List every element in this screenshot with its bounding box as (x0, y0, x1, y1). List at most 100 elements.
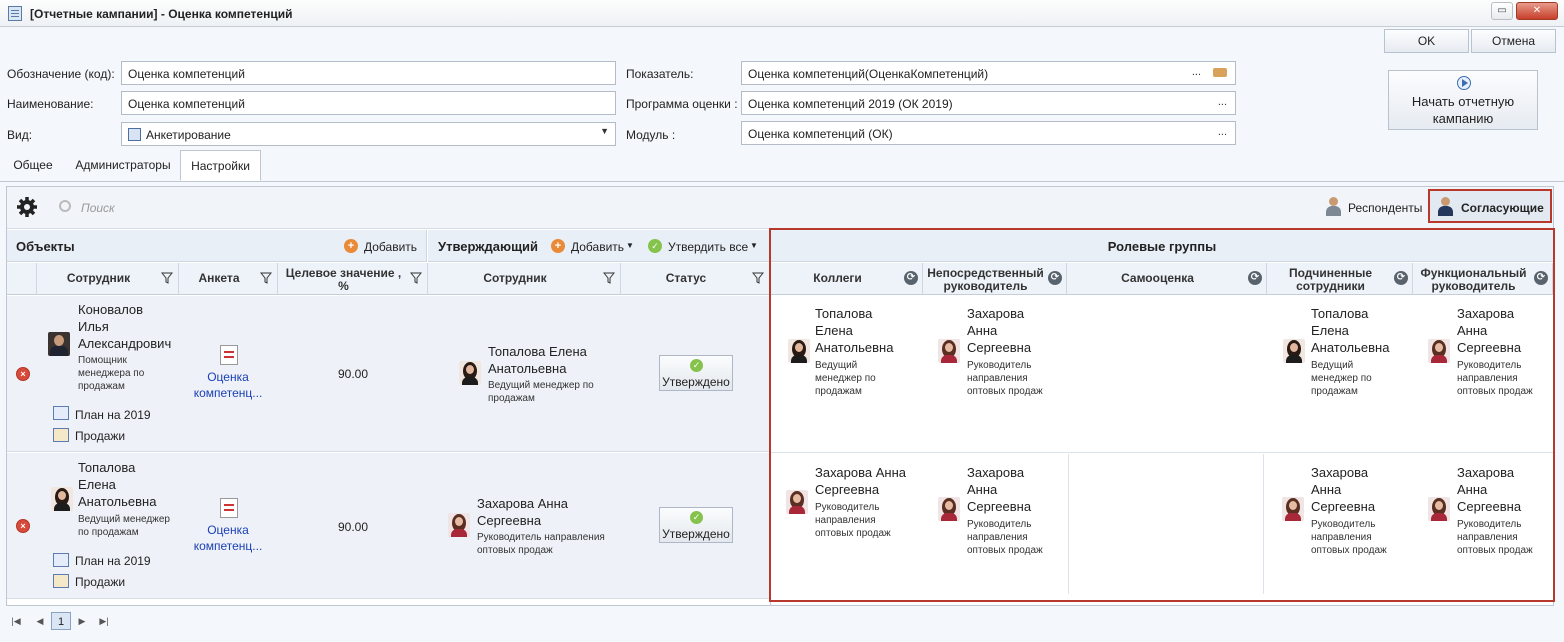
approver-title: Утверждающий (438, 239, 539, 254)
approvers-button[interactable]: Согласующие (1428, 189, 1552, 223)
name-label: Наименование: (7, 97, 94, 111)
code-field[interactable]: Оценка компетенций (121, 61, 616, 85)
approver-header: Утверждающий + Добавить ▼ ✓ Утвердить вс… (428, 230, 770, 262)
start-campaign-button[interactable]: Начать отчетную кампанию (1388, 70, 1538, 130)
close-button[interactable]: ✕ (1516, 2, 1558, 20)
objects-header: Объекты + Добавить (7, 230, 427, 262)
filter-icon[interactable] (752, 272, 764, 284)
chevron-down-icon: ▼ (600, 126, 609, 136)
chevron-down-icon[interactable]: ▼ (750, 241, 758, 250)
avatar (48, 332, 70, 356)
name-field[interactable]: Оценка компетенций (121, 91, 616, 115)
sales-link[interactable]: Продажи (75, 575, 125, 589)
app-icon (8, 6, 22, 21)
filter-icon[interactable] (161, 272, 173, 284)
approver-role: Ведущий менеджер по продажам (488, 380, 594, 404)
program-label: Программа оценки : (626, 97, 738, 111)
gear-icon[interactable] (16, 196, 38, 218)
play-icon (1457, 76, 1471, 90)
avatar (459, 361, 481, 385)
col-approver-employee[interactable]: Сотрудник (428, 263, 621, 295)
indicator-browse-button[interactable]: ... (1192, 66, 1201, 78)
approver-role: Руководитель направления оптовых продаж (477, 532, 605, 556)
start-campaign-label-1: Начать отчетную (1411, 94, 1515, 109)
ok-button[interactable]: OK (1384, 29, 1469, 53)
window-titlebar: [Отчетные кампании] - Оценка компетенций… (0, 0, 1564, 27)
remove-icon[interactable]: × (16, 519, 30, 533)
hand-pointer-icon[interactable] (1213, 68, 1227, 77)
col-employee-label: Сотрудник (66, 271, 131, 285)
survey-link[interactable]: Оценка компетенц... (185, 369, 271, 401)
target-value: 90.00 (337, 520, 369, 534)
survey-icon (220, 345, 238, 365)
approve-all-button[interactable]: Утвердить все (668, 240, 748, 254)
prev-page-icon[interactable]: ◀ (32, 612, 48, 630)
col-employee[interactable]: Сотрудник (37, 263, 179, 295)
filter-icon[interactable] (260, 272, 272, 284)
plan-icon (53, 553, 69, 567)
employee-name: Коновалов Илья Александрович (78, 302, 172, 351)
plan-link[interactable]: План на 2019 (75, 408, 151, 422)
panel-toolbar: Поиск Респонденты Согласующие (7, 187, 1553, 229)
indicator-value: Оценка компетенций(ОценкаКомпетенций) (748, 67, 989, 81)
col-target[interactable]: Целевое значение ,% (278, 263, 428, 295)
page-number[interactable]: 1 (51, 612, 71, 630)
type-select[interactable]: Анкетирование ▼ (121, 122, 616, 146)
code-label: Обозначение (код): (7, 67, 115, 81)
module-label: Модуль : (626, 128, 676, 142)
approver-name: Топалова Елена Анатольевна (488, 344, 587, 376)
add-object-button[interactable]: Добавить (364, 240, 417, 254)
employee-role: Помощник менеджера по продажам (78, 355, 145, 392)
indicator-field[interactable]: Оценка компетенций(ОценкаКомпетенций) ..… (741, 61, 1236, 85)
col-status[interactable]: Статус (621, 263, 770, 295)
filter-icon[interactable] (603, 272, 615, 284)
filter-icon[interactable] (410, 272, 422, 284)
cancel-button[interactable]: Отмена (1471, 29, 1556, 53)
col-target-label: Целевое значение ,% (285, 266, 402, 293)
plan-link[interactable]: План на 2019 (75, 554, 151, 568)
indicator-label: Показатель: (626, 67, 694, 81)
program-browse-button[interactable]: ... (1218, 96, 1227, 108)
window-title: [Отчетные кампании] - Оценка компетенций (30, 7, 293, 21)
survey-link[interactable]: Оценка компетенц... (185, 522, 271, 554)
restore-button[interactable]: ▭ (1491, 2, 1513, 20)
program-value: Оценка компетенций 2019 (ОК 2019) (748, 97, 953, 111)
survey-type-icon (128, 128, 141, 141)
search-input[interactable]: Поиск (81, 201, 115, 215)
plan-icon (53, 406, 69, 420)
add-approver-button[interactable]: Добавить (571, 240, 624, 254)
col-survey[interactable]: Анкета (179, 263, 278, 295)
tab-settings[interactable]: Настройки (180, 150, 261, 181)
chevron-down-icon[interactable]: ▼ (626, 241, 634, 250)
survey-icon (220, 498, 238, 518)
first-page-icon[interactable]: |◀ (8, 612, 24, 630)
approvers-label: Согласующие (1461, 201, 1544, 215)
module-field[interactable]: Оценка компетенций (ОК) ... (741, 121, 1236, 145)
remove-icon[interactable]: × (16, 367, 30, 381)
avatar (448, 513, 470, 537)
next-page-icon[interactable]: ▶ (74, 612, 90, 630)
module-browse-button[interactable]: ... (1218, 126, 1227, 138)
add-icon: + (344, 239, 358, 253)
sales-link[interactable]: Продажи (75, 429, 125, 443)
status-button[interactable]: ✓ Утверждено (659, 507, 733, 543)
employee-role: Ведущий менеджер по продажам (78, 514, 170, 538)
check-icon: ✓ (690, 511, 703, 524)
status-button[interactable]: ✓ Утверждено (659, 355, 733, 391)
status-label: Утверждено (662, 375, 730, 389)
col-survey-label: Анкета (198, 271, 240, 285)
program-field[interactable]: Оценка компетенций 2019 (ОК 2019) ... (741, 91, 1236, 115)
pager: |◀ ◀ 1 ▶ ▶| (0, 606, 1564, 642)
type-select-value: Анкетирование (146, 128, 231, 142)
tab-administrators[interactable]: Администраторы (66, 150, 180, 181)
role-groups-highlight (769, 228, 1555, 602)
last-page-icon[interactable]: ▶| (96, 612, 112, 630)
respondents-button[interactable]: Респонденты (1348, 201, 1422, 215)
objects-title: Объекты (16, 239, 75, 254)
col-approver-employee-label: Сотрудник (483, 271, 547, 285)
avatar (51, 487, 73, 511)
col-select (7, 263, 37, 295)
check-icon: ✓ (648, 239, 662, 253)
status-label: Утверждено (662, 527, 730, 541)
tab-general[interactable]: Общее (4, 150, 62, 181)
